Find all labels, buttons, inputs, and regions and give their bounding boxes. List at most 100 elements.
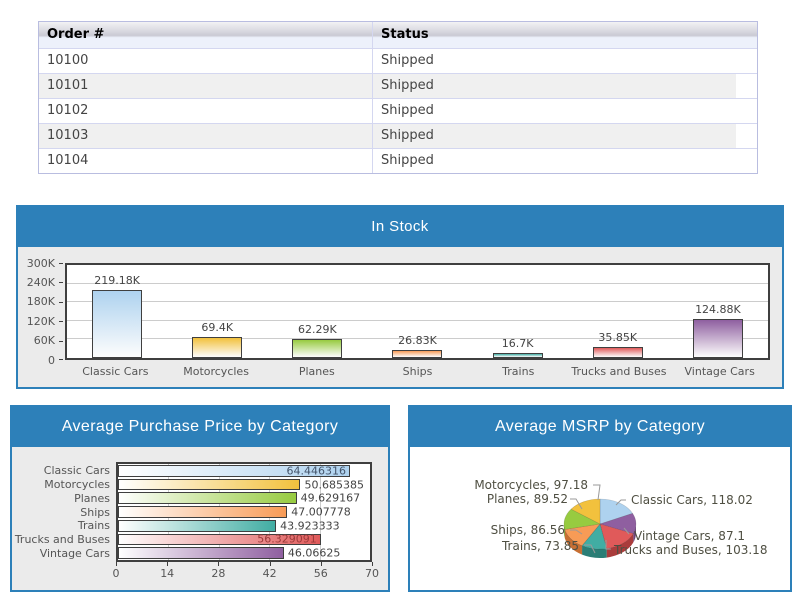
category-label-planes: Planes: [12, 491, 110, 505]
avg-msrp-title: Average MSRP by Category: [410, 407, 790, 447]
order-number-cell: 10104: [39, 149, 373, 173]
value-label: 62.29K: [267, 323, 367, 336]
status-cell: Shipped: [373, 124, 757, 148]
pie-label-ships: Ships, 86.56: [491, 523, 565, 537]
avg-price-x-axis: 01428425670: [116, 562, 372, 582]
bar-planes: [118, 492, 297, 504]
order-number-cell: 10101: [39, 74, 373, 98]
value-label: 47.007778: [291, 506, 351, 519]
pie-label-planes: Planes, 89.52: [487, 492, 568, 506]
avg-msrp-panel: Average MSRP by Category Classic Cars, 1…: [408, 405, 792, 592]
value-label: 49.629167: [301, 492, 361, 505]
avg-price-category-axis: Classic CarsMotorcyclesPlanesShipsTrains…: [12, 464, 110, 560]
category-label-planes: Planes: [266, 365, 367, 378]
orders-table: Order # Status 10100Shipped10101Shipped1…: [38, 21, 758, 174]
bar-row-motorcycles: 50.685385: [118, 478, 370, 492]
y-axis-tick: [59, 359, 63, 360]
value-label: 69.4K: [167, 321, 267, 334]
bar-trains: [493, 353, 543, 358]
pie-chart: [410, 447, 790, 590]
category-label-trains: Trains: [468, 365, 569, 378]
bar-trains: [118, 520, 276, 532]
bar-trucks-and-buses: [593, 347, 643, 358]
column-header-status: Status: [373, 22, 757, 48]
order-number-cell: 10100: [39, 49, 373, 73]
x-axis-tick-label: 70: [365, 567, 379, 580]
column-header-order-number: Order #: [39, 22, 373, 48]
value-label: 64.446316: [287, 464, 347, 477]
value-label: 46.06625: [288, 547, 341, 560]
y-axis-tick-label: 0: [48, 354, 55, 367]
y-axis-tick-label: 240K: [27, 276, 55, 289]
status-cell: Shipped: [373, 149, 757, 173]
in-stock-panel-title: In Stock: [18, 207, 782, 247]
bar-row-planes: 49.629167: [118, 491, 370, 505]
table-row: 10103Shipped: [39, 123, 757, 148]
in-stock-chart: 060K120K180K240K300K 219.18K69.4K62.29K2…: [18, 247, 782, 387]
x-axis-tick: [372, 562, 373, 566]
bar-row-classic-cars: 64.446316: [118, 464, 370, 478]
orders-table-header: Order # Status: [39, 22, 757, 49]
bar-classic-cars: [92, 290, 142, 358]
avg-msrp-chart: Classic Cars, 118.02 Motorcycles, 97.18Pl…: [410, 447, 790, 590]
avg-price-plot-area: 64.44631650.68538549.62916747.00777843.9…: [116, 462, 372, 562]
category-label-classic-cars: Classic Cars: [65, 365, 166, 378]
status-cell: Shipped: [373, 49, 757, 73]
bar-vintage-cars: [118, 547, 284, 559]
x-axis-tick-label: 56: [314, 567, 328, 580]
y-axis-tick-label: 120K: [27, 315, 55, 328]
pie-label-trucks-and-buses: Trucks and Buses, 103.18: [614, 543, 767, 557]
category-label-trucks-and-buses: Trucks and Buses: [12, 533, 110, 547]
table-row: 10104Shipped: [39, 148, 757, 173]
pie-label-classic-cars: Classic Cars, 118.02: [631, 493, 753, 507]
y-axis-tick: [59, 263, 63, 264]
bar-vintage-cars: [693, 319, 743, 358]
y-axis-tick: [59, 321, 63, 322]
status-cell: Shipped: [373, 99, 757, 123]
y-axis-tick-label: 180K: [27, 295, 55, 308]
x-axis-tick: [116, 562, 117, 566]
category-label-vintage-cars: Vintage Cars: [669, 365, 770, 378]
value-label: 50.685385: [304, 478, 364, 491]
value-label: 219.18K: [67, 274, 167, 287]
category-label-ships: Ships: [367, 365, 468, 378]
in-stock-plot-area: 219.18K 69.4K62.29K26.83K16.7K35.85K 124.8…: [65, 263, 770, 360]
value-label: 35.85K: [568, 331, 668, 344]
orders-table-body: 10100Shipped10101Shipped10102Shipped1010…: [39, 49, 757, 173]
category-label-trains: Trains: [12, 519, 110, 533]
status-cell: Shipped: [373, 74, 757, 98]
bar-slot-trains: 16.7K: [468, 265, 568, 358]
bar-row-trucks-and-buses: 56.329091: [118, 533, 370, 547]
pie-label-vintage-cars: Vintage Cars, 87.1: [634, 529, 745, 543]
x-axis-tick: [321, 562, 322, 566]
order-number-cell: 10102: [39, 99, 373, 123]
value-label: 124.88K: [668, 303, 768, 316]
bar-slot-trucks-and-buses: 35.85K: [568, 265, 668, 358]
category-label-trucks-and-buses: Trucks and Buses: [569, 365, 670, 378]
pie-label-motorcycles: Motorcycles, 97.18: [474, 478, 588, 492]
y-axis-tick: [59, 302, 63, 303]
x-axis-tick: [270, 562, 271, 566]
bar-slot-ships: 26.83K: [367, 265, 467, 358]
category-label-classic-cars: Classic Cars: [12, 464, 110, 478]
table-row: 10102Shipped: [39, 98, 757, 123]
x-axis-tick: [218, 562, 219, 566]
category-label-ships: Ships: [12, 505, 110, 519]
bar-ships: [118, 506, 287, 518]
bar-motorcycles: [192, 337, 242, 359]
bar-row-trains: 43.923333: [118, 519, 370, 533]
bar-ships: [392, 350, 442, 358]
bar-slot-planes: 62.29K: [267, 265, 367, 358]
x-axis-tick-label: 28: [211, 567, 225, 580]
x-axis-tick-label: 14: [160, 567, 174, 580]
pie-label-trains: Trains, 73.85: [502, 539, 579, 553]
table-row: 10100Shipped: [39, 49, 757, 73]
pie-callout-line: [593, 485, 600, 500]
y-axis-tick: [59, 282, 63, 283]
bar-slot-motorcycles: 69.4K: [167, 265, 267, 358]
y-axis-tick: [59, 341, 63, 342]
bar-slot-classic-cars: 219.18K: [67, 265, 167, 358]
category-label-vintage-cars: Vintage Cars: [12, 546, 110, 560]
order-number-cell: 10103: [39, 124, 373, 148]
x-axis-tick: [167, 562, 168, 566]
